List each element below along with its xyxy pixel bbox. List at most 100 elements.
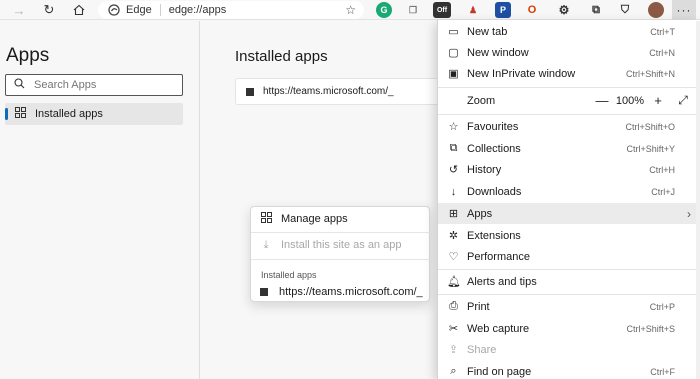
menu-item-find-on-page[interactable]: ⌕ Find on page Ctrl+F: [438, 361, 700, 379]
search-icon: [14, 78, 26, 92]
address-bar[interactable]: Edge edge://apps ☆: [98, 1, 364, 19]
settings-more-button[interactable]: ···: [672, 0, 696, 20]
extension-off-badge: Off: [436, 6, 448, 14]
add-favourite-icon[interactable]: ☆: [345, 3, 356, 17]
menu-item-label: Share: [467, 343, 497, 356]
search-apps-box[interactable]: [5, 74, 183, 96]
menu-item-extensions[interactable]: ✲ Extensions: [438, 225, 700, 246]
menu-divider: [438, 269, 700, 270]
menu-item-label: Performance: [467, 250, 530, 263]
menu-item-shortcut: Ctrl+T: [650, 26, 675, 37]
profile-avatar[interactable]: [648, 2, 664, 18]
menu-item-share: ⇪ Share: [438, 339, 700, 360]
menu-item-label: New tab: [467, 25, 508, 38]
favourites-icon: ☆: [448, 121, 459, 133]
popup-divider: [251, 232, 431, 233]
menu-item-label: New InPrivate window: [467, 67, 576, 80]
manage-apps-item[interactable]: Manage apps: [251, 208, 431, 230]
menu-item-performance[interactable]: ♡ Performance: [438, 246, 700, 267]
apps-submenu: Manage apps ⤓ Install this site as an ap…: [250, 206, 431, 303]
new-tab-icon: ▭: [448, 26, 459, 38]
edge-logo-icon: [108, 4, 120, 16]
forward-icon[interactable]: →: [8, 0, 30, 20]
app-favicon: [246, 87, 254, 96]
menu-item-shortcut: Ctrl+Shift+N: [625, 68, 675, 79]
menu-item-shortcut: Ctrl+F: [650, 366, 675, 377]
office-icon[interactable]: O: [524, 2, 540, 18]
menu-item-label: Zoom: [467, 94, 496, 107]
download-icon: ⤓: [263, 238, 269, 251]
new-window-icon: ▢: [448, 47, 459, 59]
performance-icon: ♡: [448, 251, 459, 263]
copy-icon[interactable]: ❐: [405, 2, 421, 18]
apps-sidebar: Apps Installed apps: [0, 21, 200, 379]
menu-item-web-capture[interactable]: ✂ Web capture Ctrl+Shift+S: [438, 318, 700, 339]
menu-item-label: Favourites: [467, 120, 519, 133]
sidebar-title: Apps: [6, 45, 50, 66]
menu-item-shortcut: Ctrl+N: [649, 47, 675, 58]
installed-app-item[interactable]: https://teams.microsoft.com/_: [251, 281, 431, 303]
app-favicon: [260, 288, 268, 296]
sidebar-item-installed-apps[interactable]: Installed apps: [5, 103, 183, 125]
menu-divider: [438, 294, 700, 295]
grammarly-icon[interactable]: G: [376, 2, 392, 18]
find-icon: ⌕: [450, 365, 457, 377]
home-icon[interactable]: [68, 0, 90, 20]
history-icon: ↺: [448, 164, 459, 176]
puzzle-icon[interactable]: ⚙: [556, 2, 572, 18]
web-capture-icon: ✂: [448, 323, 459, 335]
installed-app-card[interactable]: https://teams.microsoft.com/_: [235, 78, 445, 105]
search-input[interactable]: [34, 79, 174, 91]
zoom-out-button[interactable]: —: [593, 93, 611, 108]
menu-item-label: New window: [467, 46, 529, 59]
apps-grid-icon: [260, 212, 272, 226]
menu-item-label: Collections: [467, 142, 521, 155]
menu-item-label: Downloads: [467, 185, 522, 198]
manage-apps-label: Manage apps: [281, 213, 348, 225]
menu-item-shortcut: Ctrl+Shift+O: [625, 121, 675, 132]
menu-item-collections[interactable]: ⧉ Collections Ctrl+Shift+Y: [438, 138, 700, 159]
pocket-icon[interactable]: P: [495, 2, 511, 18]
menu-item-new-tab[interactable]: ▭ New tab Ctrl+T: [438, 21, 700, 42]
collections-icon: ⧉: [449, 142, 458, 154]
menu-item-favourites[interactable]: ☆ Favourites Ctrl+Shift+O: [438, 116, 700, 137]
menu-item-label: Web capture: [467, 322, 530, 335]
menu-item-shortcut: Ctrl+H: [649, 164, 675, 175]
zoom-level: 100%: [615, 94, 645, 107]
shield-icon[interactable]: ⛉: [617, 2, 633, 18]
extension-off-icon[interactable]: Off: [433, 2, 451, 18]
menu-item-label: History: [467, 163, 502, 176]
menu-item-print[interactable]: ⎙ Print Ctrl+P: [438, 296, 700, 317]
downloads-icon: ↓: [450, 185, 457, 198]
refresh-icon[interactable]: ↻: [38, 0, 60, 20]
fullscreen-icon[interactable]: ⤢: [673, 93, 693, 108]
address-url[interactable]: edge://apps: [169, 4, 227, 16]
sidebar-item-label: Installed apps: [35, 108, 103, 120]
menu-item-label: Alerts and tips: [467, 275, 537, 288]
collections-icon[interactable]: ⧉: [588, 2, 604, 18]
menu-item-shortcut: Ctrl+Shift+S: [626, 323, 675, 334]
menu-divider: [438, 87, 700, 88]
inprivate-icon: ▣: [448, 68, 459, 80]
person-icon[interactable]: ♟: [465, 2, 481, 18]
address-site-label: Edge: [126, 4, 152, 16]
menu-item-label: Extensions: [467, 229, 521, 242]
menu-scrollbar[interactable]: [696, 21, 700, 379]
menu-item-new-inprivate-window[interactable]: ▣ New InPrivate window Ctrl+Shift+N: [438, 63, 700, 84]
menu-item-label: Apps: [467, 207, 493, 220]
menu-item-alerts-and-tips[interactable]: 🔔︎ Alerts and tips: [438, 271, 700, 292]
menu-item-new-window[interactable]: ▢ New window Ctrl+N: [438, 42, 700, 63]
menu-item-history[interactable]: ↺ History Ctrl+H: [438, 159, 700, 180]
menu-item-label: Find on page: [467, 365, 532, 378]
print-icon: ⎙: [449, 300, 458, 312]
browser-toolbar: → ↻ Edge edge://apps ☆ G ❐ Off ♟ P O ⚙ ⧉…: [0, 0, 700, 20]
chevron-right-icon: ›: [687, 206, 691, 221]
address-divider: [159, 4, 161, 16]
alerts-icon: 🔔︎: [447, 276, 461, 288]
menu-item-downloads[interactable]: ↓ Downloads Ctrl+J: [438, 181, 700, 202]
zoom-in-button[interactable]: +: [649, 93, 667, 108]
page-title: Installed apps: [235, 48, 328, 65]
extensions-icon: ✲: [448, 230, 459, 242]
settings-menu: ▭ New tab Ctrl+T ▢ New window Ctrl+N ▣ N…: [437, 20, 700, 379]
menu-item-apps[interactable]: ⊞ Apps ›: [438, 203, 700, 224]
